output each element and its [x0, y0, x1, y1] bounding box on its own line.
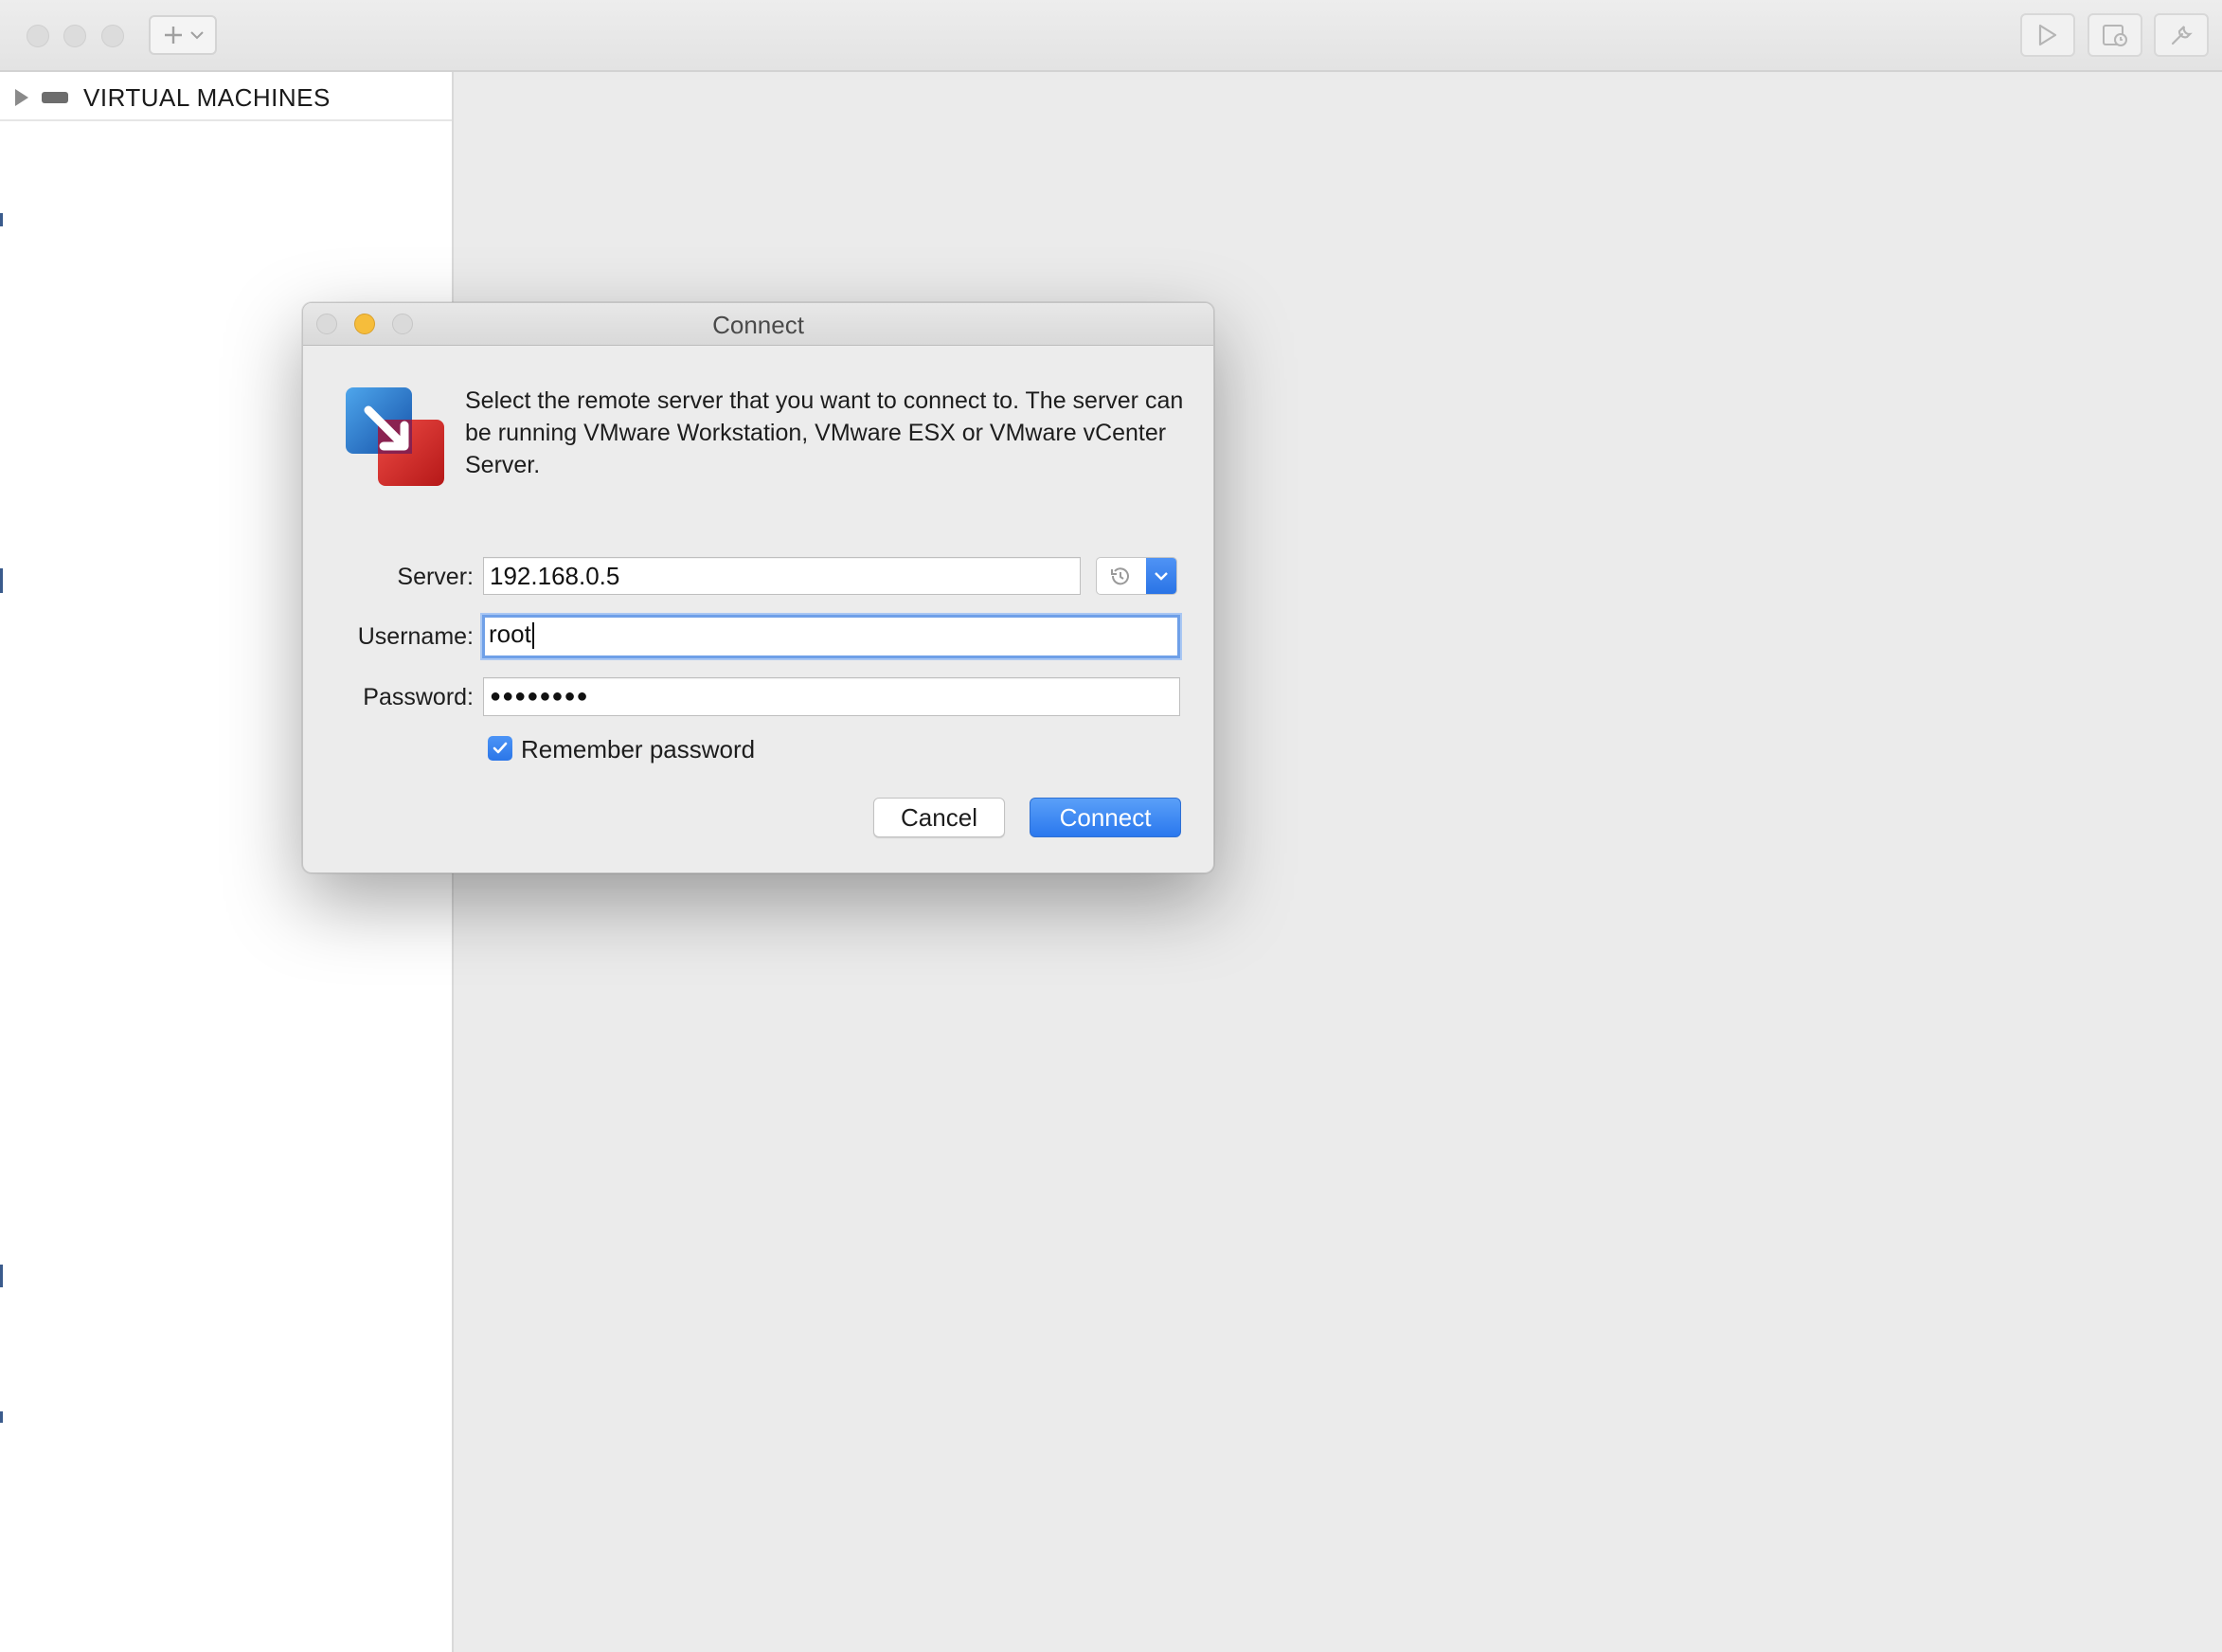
edge-marker: [0, 213, 3, 226]
sidebar-section-label: VIRTUAL MACHINES: [83, 83, 331, 112]
cancel-button[interactable]: Cancel: [873, 798, 1005, 837]
server-input[interactable]: 192.168.0.5: [483, 557, 1081, 595]
add-button[interactable]: [149, 15, 217, 55]
vmware-fusion-logo-icon: [346, 387, 444, 486]
play-icon: [2038, 24, 2057, 46]
remember-password-label[interactable]: Remember password: [521, 735, 755, 764]
settings-button[interactable]: [2154, 13, 2209, 57]
sidebar-section-virtual-machines[interactable]: VIRTUAL MACHINES: [0, 72, 452, 121]
history-icon: [1111, 567, 1129, 585]
wrench-icon: [2171, 26, 2193, 45]
password-label: Password:: [363, 684, 474, 710]
plus-icon: [165, 27, 182, 44]
server-icon: [42, 92, 68, 103]
run-button[interactable]: [2020, 13, 2075, 57]
chevron-down-icon: [190, 31, 204, 40]
dialog-message: Select the remote server that you want t…: [465, 387, 1184, 478]
dialog-titlebar: Connect: [303, 303, 1213, 346]
dropdown-arrow[interactable]: [1146, 558, 1176, 594]
connect-dialog: Connect Select the remote server that yo…: [302, 302, 1214, 873]
server-history-dropdown[interactable]: [1096, 557, 1177, 595]
disclosure-triangle-icon[interactable]: [15, 89, 28, 106]
checkmark-icon: [493, 742, 508, 754]
dialog-title: Connect: [712, 311, 804, 339]
window-titlebar: [0, 0, 2222, 72]
server-label: Server:: [397, 564, 474, 590]
remember-password-checkbox[interactable]: [488, 736, 512, 761]
username-label: Username:: [357, 623, 474, 650]
close-button[interactable]: [27, 25, 49, 47]
edge-marker: [0, 1265, 3, 1287]
snapshot-icon: [2103, 25, 2127, 46]
chevron-down-icon: [1155, 572, 1168, 581]
username-input[interactable]: root: [482, 615, 1180, 658]
zoom-button[interactable]: [101, 25, 124, 47]
text-caret: [531, 622, 534, 650]
edge-marker: [0, 1411, 3, 1423]
edge-marker: [0, 568, 3, 593]
snapshot-button[interactable]: [2088, 13, 2142, 57]
minimize-button[interactable]: [63, 25, 86, 47]
username-value: root: [489, 620, 531, 648]
connect-button[interactable]: Connect: [1030, 798, 1181, 837]
password-input[interactable]: ●●●●●●●●: [483, 677, 1180, 716]
